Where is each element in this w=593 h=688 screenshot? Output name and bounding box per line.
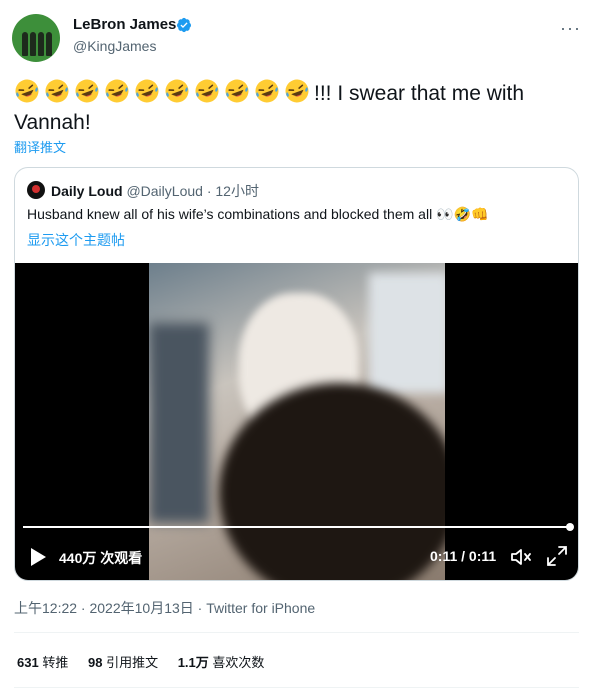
laughing-emoji-icon [15, 79, 39, 103]
quote-header: Daily Loud @DailyLoud · 12小时 [51, 181, 259, 201]
tweet-meta: 上午12:22 · 2022年10月13日 · Twitter for iPho… [14, 598, 315, 618]
retweet-label[interactable]: 转推 [42, 655, 68, 670]
like-count[interactable]: 1.1万 [178, 655, 209, 670]
emoji-row [14, 79, 314, 105]
quote-avatar[interactable] [27, 181, 45, 199]
quote-tweet-card[interactable]: Daily Loud @DailyLoud · 12小时 Husband kne… [14, 167, 579, 581]
verified-badge-icon [177, 17, 191, 33]
video-progress-bar[interactable] [23, 526, 570, 528]
divider [14, 632, 579, 633]
quote-author-handle[interactable]: @DailyLoud [126, 183, 202, 199]
laughing-emoji-icon [225, 79, 249, 103]
tweet-stats: 631 转推 98 引用推文 1.1万 喜欢次数 [17, 652, 280, 671]
meta-separator: · [197, 600, 203, 616]
author-handle[interactable]: @KingJames [73, 38, 156, 54]
video-player[interactable]: 440万 次观看 0:11 / 0:11 [15, 263, 578, 580]
tweet-timestamp[interactable]: 上午12:22 · 2022年10月13日 [14, 600, 194, 616]
laughing-emoji-icon [135, 79, 159, 103]
quote-author-name[interactable]: Daily Loud [51, 183, 123, 199]
author-name[interactable]: LeBron James [73, 16, 176, 33]
video-frame [149, 263, 445, 580]
tweet-source[interactable]: Twitter for iPhone [206, 600, 315, 616]
laughing-emoji-icon [255, 79, 279, 103]
video-time: 0:11 / 0:11 [430, 548, 497, 564]
quote-label[interactable]: 引用推文 [106, 655, 158, 670]
laughing-emoji-icon [105, 79, 129, 103]
fullscreen-icon[interactable] [546, 545, 568, 567]
quote-count[interactable]: 98 [88, 655, 102, 670]
show-thread-link[interactable]: 显示这个主题帖 [27, 230, 125, 250]
laughing-emoji-icon [75, 79, 99, 103]
translate-link[interactable]: 翻译推文 [14, 137, 66, 156]
laughing-emoji-icon [195, 79, 219, 103]
laughing-emoji-icon [165, 79, 189, 103]
laughing-emoji-icon [285, 79, 309, 103]
video-view-count: 440万 次观看 [59, 550, 143, 566]
more-icon[interactable]: ··· [560, 18, 581, 39]
quote-time[interactable]: 12小时 [215, 183, 259, 199]
mute-icon[interactable] [509, 545, 533, 569]
quote-separator: · [206, 183, 212, 199]
laughing-emoji-icon [45, 79, 69, 103]
author-avatar[interactable] [12, 14, 60, 62]
video-progress-handle[interactable] [566, 523, 574, 531]
play-icon[interactable] [29, 547, 47, 567]
like-label[interactable]: 喜欢次数 [212, 655, 264, 670]
quote-text: Husband knew all of his wife’s combinati… [27, 206, 489, 222]
tweet-text: !!! I swear that me with Vannah! [14, 78, 574, 137]
retweet-count[interactable]: 631 [17, 655, 39, 670]
